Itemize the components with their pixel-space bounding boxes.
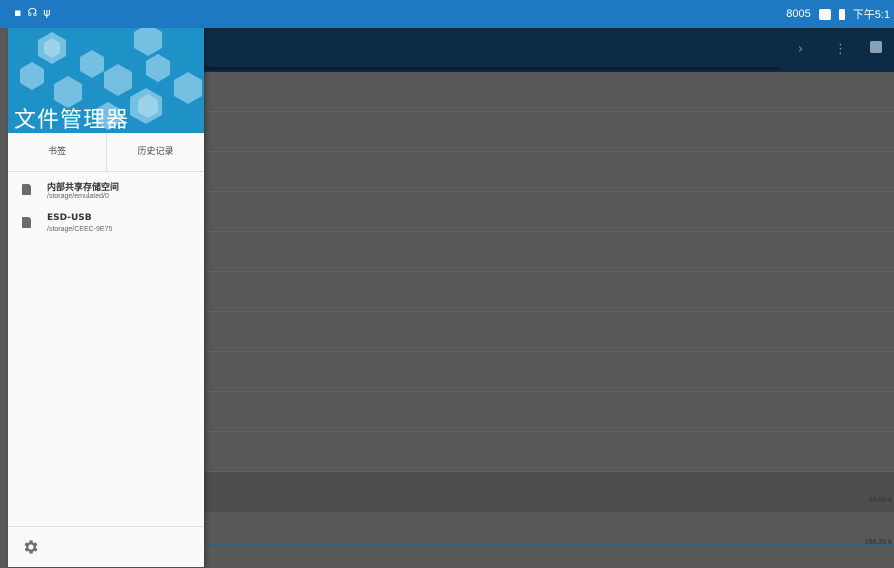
status-time: 下午5:1 — [852, 9, 890, 21]
status-icons-left: ▪ ☊ ψ — [14, 6, 51, 19]
status-icons-right: 8005 下午5:1 — [786, 6, 890, 22]
usb-icon: ☊ — [27, 6, 38, 19]
app-toolbar: › ⋮ — [204, 28, 894, 72]
file-row[interactable] — [204, 272, 894, 312]
file-row[interactable] — [204, 432, 894, 472]
sd-card-icon: ▪ — [14, 6, 22, 19]
storage-item-internal[interactable]: 内部共享存储空间 /storage/emulated/0 — [8, 178, 204, 208]
drawer-title: 文件管理器 — [14, 108, 130, 133]
search-icon[interactable] — [870, 41, 882, 53]
file-row[interactable] — [204, 72, 894, 112]
file-row-selected[interactable]: 45.09 k — [204, 472, 894, 512]
drawer-tabs: 书签 历史记录 — [8, 133, 204, 172]
status-counter: 8005 — [786, 8, 811, 20]
toolbar-underline — [204, 67, 780, 70]
more-vert-icon[interactable]: ⋮ — [834, 42, 847, 57]
storage-path: /storage/CEEC-9E75 — [47, 226, 113, 233]
sd-card-icon — [22, 217, 31, 228]
storage-path: /storage/emulated/0 — [47, 193, 109, 200]
battery-icon — [838, 8, 845, 20]
tab-history[interactable]: 历史记录 — [106, 133, 204, 171]
file-row[interactable] — [204, 352, 894, 392]
navigation-drawer: 文件管理器 书签 历史记录 内部共享存储空间 /storage/emulated… — [8, 28, 204, 567]
row-divider — [204, 544, 894, 545]
file-row[interactable] — [204, 392, 894, 432]
storage-item-usb[interactable]: ESD-USB /storage/CEEC-9E75 — [8, 211, 204, 241]
chevron-right-icon[interactable]: › — [798, 42, 803, 57]
file-size: 45.09 k — [868, 497, 892, 504]
sd-card-icon — [22, 184, 31, 195]
tab-bookmarks[interactable]: 书签 — [8, 133, 106, 171]
gear-icon[interactable] — [22, 538, 40, 556]
drawer-footer — [8, 526, 204, 568]
file-row[interactable] — [204, 192, 894, 232]
file-row[interactable] — [204, 232, 894, 272]
notification-icon — [818, 8, 831, 20]
file-row[interactable] — [204, 152, 894, 192]
status-bar: ▪ ☊ ψ 8005 下午5:1 — [0, 0, 894, 28]
file-row[interactable] — [204, 312, 894, 352]
drawer-header: 文件管理器 — [8, 28, 204, 133]
storage-title: ESD-USB — [47, 213, 92, 223]
usb-tether-icon: ψ — [43, 6, 51, 19]
file-rows — [204, 72, 894, 472]
file-row[interactable] — [204, 112, 894, 152]
file-size: 156.35 k — [864, 539, 892, 546]
storage-title: 内部共享存储空间 — [47, 183, 120, 193]
